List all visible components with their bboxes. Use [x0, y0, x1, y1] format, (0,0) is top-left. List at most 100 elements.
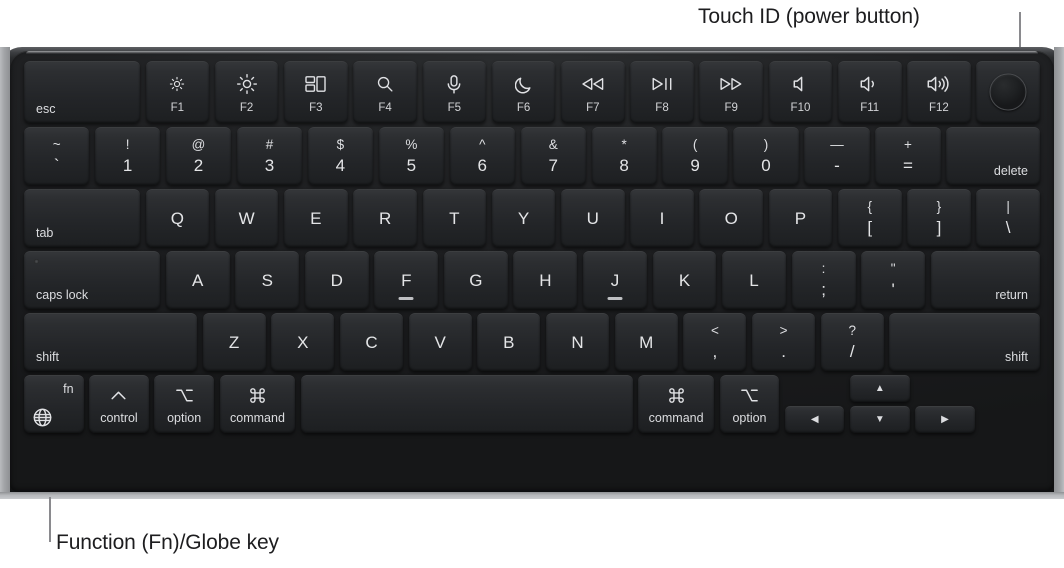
key-label: O	[724, 208, 738, 228]
key-7[interactable]: & 7	[520, 127, 586, 185]
key-bracket-left[interactable]: {[	[837, 189, 902, 247]
key-x[interactable]: X	[271, 313, 335, 371]
key-h[interactable]: H	[513, 251, 578, 309]
key-f1[interactable]: F1	[145, 61, 210, 123]
key-6[interactable]: ^ 6	[449, 127, 515, 185]
key-3[interactable]: #3	[236, 127, 303, 185]
fast-forward-icon	[719, 74, 743, 94]
key-arrow-down[interactable]: ▼	[850, 406, 910, 433]
key-5[interactable]: % 5	[378, 127, 445, 185]
key-m[interactable]: M	[614, 313, 678, 371]
callout-line-fn-globe	[49, 497, 51, 542]
key-shift-right[interactable]: shift	[889, 313, 1040, 371]
key-slash[interactable]: ? /	[820, 313, 884, 371]
key-label: G	[469, 270, 483, 290]
key-base-legend: 0	[761, 156, 771, 176]
key-l[interactable]: L	[722, 251, 786, 309]
key-p[interactable]: P	[768, 189, 833, 247]
key-f4[interactable]: F4	[353, 61, 417, 123]
key-v[interactable]: V	[408, 313, 472, 371]
key-command-left[interactable]: command	[219, 375, 296, 433]
key-g[interactable]: G	[443, 251, 508, 309]
key-comma[interactable]: <,	[683, 313, 747, 371]
key-arrow-up[interactable]: ▲	[850, 375, 910, 402]
key-label: ▶	[941, 413, 949, 425]
key-r[interactable]: R	[353, 189, 417, 247]
key-arrow-left[interactable]: ◀	[784, 406, 845, 433]
key-label: F2	[239, 102, 254, 114]
key-f8[interactable]: F8	[630, 61, 694, 123]
key-touch-id[interactable]	[976, 61, 1040, 123]
key-command-right[interactable]: command	[638, 375, 715, 433]
key-f3[interactable]: F3	[284, 61, 348, 123]
key-label: T	[449, 208, 460, 228]
key-t[interactable]: T	[422, 189, 487, 247]
screenshot-root: Touch ID (power button) esc F1 F2 F3 F4 F5 F6 F…	[0, 0, 1064, 568]
key-semicolon[interactable]: :;	[791, 251, 856, 309]
key-f[interactable]: F	[374, 251, 439, 309]
key-8[interactable]: * 8	[591, 127, 657, 185]
key-row-shift-row: shift Z X C V B N M <, >.? / shift	[24, 313, 1040, 371]
key-f7[interactable]: F7	[560, 61, 625, 123]
touch-id-icon[interactable]	[989, 73, 1027, 111]
key-z[interactable]: Z	[202, 313, 266, 371]
key-option-right[interactable]: option	[719, 375, 780, 433]
key-quote[interactable]: " '	[861, 251, 926, 309]
key-s[interactable]: S	[235, 251, 300, 309]
key-f10[interactable]: F10	[768, 61, 833, 123]
key-9[interactable]: (9	[662, 127, 728, 185]
key-2[interactable]: @2	[165, 127, 232, 185]
key-base-legend: `	[53, 156, 60, 176]
rewind-icon	[581, 74, 605, 94]
key-f12[interactable]: F12	[907, 61, 971, 123]
key-tab[interactable]: tab	[24, 189, 140, 247]
key-0[interactable]: ) 0	[733, 127, 799, 185]
key-q[interactable]: Q	[145, 189, 210, 247]
key-minus[interactable]: — -	[804, 127, 870, 185]
key-u[interactable]: U	[560, 189, 625, 247]
key-backslash[interactable]: | \	[976, 189, 1040, 247]
key-delete[interactable]: delete	[946, 127, 1040, 185]
key-control-left[interactable]: control	[89, 375, 149, 433]
key-4[interactable]: $4	[307, 127, 374, 185]
key-f9[interactable]: F9	[699, 61, 764, 123]
key-shift-left[interactable]: shift	[24, 313, 197, 371]
key-b[interactable]: B	[477, 313, 541, 371]
key-bracket-right[interactable]: }]	[907, 189, 971, 247]
key-e[interactable]: E	[284, 189, 348, 247]
key-label: control	[100, 410, 138, 425]
key-esc[interactable]: esc	[24, 61, 140, 123]
key-well: esc F1 F2 F3 F4 F5 F6 F7 F8 F9 F10 F11 F12 ~ `! 1 @2 #3 $4…	[10, 51, 1054, 492]
key-c[interactable]: C	[339, 313, 404, 371]
key-option-left[interactable]: option	[154, 375, 214, 433]
key-n[interactable]: N	[545, 313, 610, 371]
key-k[interactable]: K	[652, 251, 717, 309]
key-base-legend: 9	[690, 156, 700, 176]
key-space[interactable]	[301, 375, 633, 433]
key-d[interactable]: D	[304, 251, 369, 309]
key-return[interactable]: return	[930, 251, 1040, 309]
key-f6[interactable]: F6	[491, 61, 556, 123]
key-j[interactable]: J	[582, 251, 647, 309]
key-label: F1	[170, 102, 185, 114]
key-period[interactable]: >.	[752, 313, 816, 371]
key-base-legend: 1	[122, 156, 133, 176]
key-label: F3	[309, 102, 323, 114]
key-equals[interactable]: + =	[875, 127, 941, 185]
key-i[interactable]: I	[630, 189, 694, 247]
key-o[interactable]: O	[699, 189, 764, 247]
key-label: shift	[1005, 349, 1028, 364]
key-fn-globe[interactable]: fn	[24, 375, 84, 433]
key-caps-lock[interactable]: caps lock	[24, 251, 161, 309]
key-label: M	[639, 332, 654, 352]
key-f11[interactable]: F11	[837, 61, 902, 123]
key-arrow-right[interactable]: ▶	[915, 406, 975, 433]
key-a[interactable]: A	[165, 251, 230, 309]
key-w[interactable]: W	[214, 189, 279, 247]
key-backtick[interactable]: ~ `	[24, 127, 90, 185]
key-label: J	[610, 270, 620, 290]
key-y[interactable]: Y	[491, 189, 556, 247]
key-f2[interactable]: F2	[214, 61, 279, 123]
key-1[interactable]: ! 1	[94, 127, 161, 185]
key-f5[interactable]: F5	[422, 61, 487, 123]
